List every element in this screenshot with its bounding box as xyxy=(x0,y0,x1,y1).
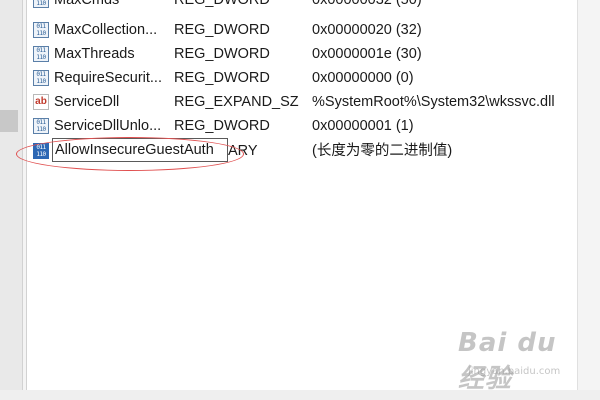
binary-value-icon: 011110 xyxy=(33,46,49,62)
value-type: REG_DWORD xyxy=(174,22,270,38)
value-type: ARY xyxy=(228,143,258,159)
value-data: 0x00000000 (0) xyxy=(312,70,414,86)
value-type: REG_DWORD xyxy=(174,118,270,134)
value-data: 0x00000001 (1) xyxy=(312,118,414,134)
watermark-logo-text: Bai du 经验 xyxy=(458,328,557,394)
list-item[interactable]: 011 110 ServiceDllUnlo... REG_DWORD 0x000… xyxy=(27,114,577,138)
tree-scrollbar-thumb[interactable] xyxy=(0,110,18,132)
value-name: RequireSecurit... xyxy=(54,70,162,86)
string-value-icon: ab xyxy=(33,94,49,110)
value-type: REG_EXPAND_SZ xyxy=(174,94,299,110)
baidu-jingyan-watermark: Bai du 经验 jingyan.baidu.com xyxy=(458,328,578,394)
value-data: %SystemRoot%\System32\wkssvc.dll xyxy=(312,94,555,110)
list-item[interactable]: ab ServiceDll REG_EXPAND_SZ %SystemRoot%… xyxy=(27,90,577,114)
value-type: REG_DWORD xyxy=(174,70,270,86)
value-name: ServiceDll xyxy=(54,94,120,110)
list-item[interactable]: 011110 MaxCmds REG_DWORD 0x00000032 (50) xyxy=(27,0,577,12)
value-data: 0x0000001e (30) xyxy=(312,46,422,62)
value-data: 0x00000032 (50) xyxy=(312,0,422,8)
value-type: REG_DWORD xyxy=(174,46,270,62)
watermark-url-text: jingyan.baidu.com xyxy=(468,366,561,377)
binary-value-icon: 011110 xyxy=(33,0,49,8)
binary-value-icon: 011110 xyxy=(33,22,49,38)
list-item[interactable]: 011 110 MaxThreads REG_DWORD 0x0000001e (… xyxy=(27,42,577,66)
list-item[interactable]: 011 110 RequireSecurit... REG_DWORD 0x000… xyxy=(27,66,577,90)
value-name: ServiceDllUnlo... xyxy=(54,118,162,134)
value-name: MaxThreads xyxy=(54,46,135,62)
value-type: REG_DWORD xyxy=(174,0,270,8)
value-data: 0x00000020 (32) xyxy=(312,22,422,38)
list-item-new-value[interactable]: 011110 ARY (长度为零的二进制值) xyxy=(27,138,577,163)
value-data: (长度为零的二进制值) xyxy=(312,143,453,159)
rename-value-input[interactable] xyxy=(52,138,228,162)
binary-value-icon: 011110 xyxy=(33,143,49,159)
registry-tree-pane[interactable] xyxy=(0,0,22,400)
list-item[interactable]: 011 110 MaxCollection... REG_DWORD 0x0000… xyxy=(27,18,577,42)
value-name: MaxCollection... xyxy=(54,22,158,38)
binary-value-icon: 011110 xyxy=(33,70,49,86)
value-name: MaxCmds xyxy=(54,0,120,8)
value-list-scrollbar[interactable] xyxy=(577,0,600,400)
binary-value-icon: 011110 xyxy=(33,118,49,134)
